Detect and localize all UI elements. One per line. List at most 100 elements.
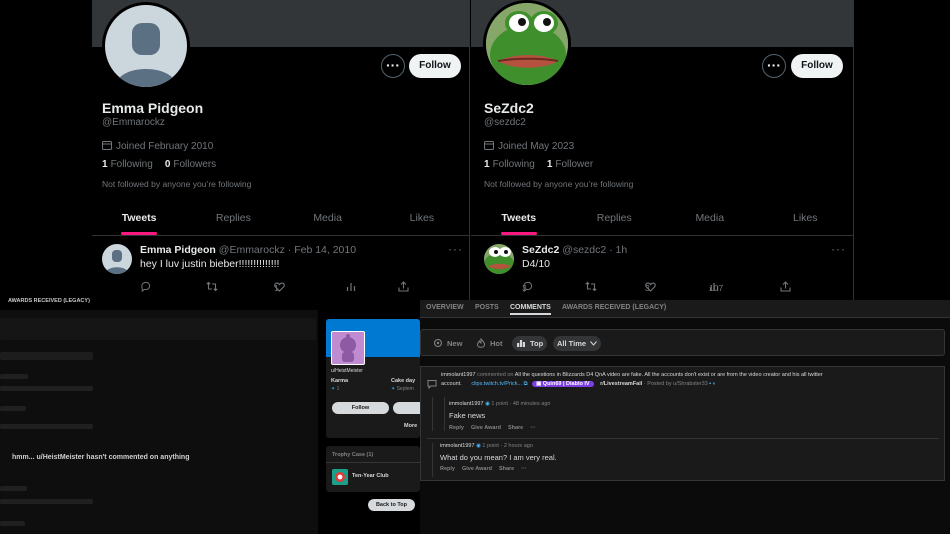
tweet-avatar[interactable] — [484, 244, 514, 274]
placeholder-bar — [0, 352, 93, 360]
sort-new[interactable]: New — [429, 336, 466, 351]
profile-card: u/HeistMeister Karma Cake day ✦ 1 ✦ Sept… — [326, 319, 420, 438]
sort-bar: New Hot Top All Time — [420, 329, 945, 356]
follow-button[interactable]: Follow — [332, 402, 389, 414]
user-badge-icons: ▪ ◐ — [709, 381, 717, 387]
tweet-more-button[interactable]: ··· — [831, 242, 846, 256]
reply-action[interactable]: 3 — [522, 279, 533, 297]
like-action[interactable]: 1 — [274, 279, 285, 297]
post-link[interactable]: clips.twitch.tv/Prick... — [471, 381, 522, 387]
tab-awards-received[interactable]: AWARDS RECEIVED (LEGACY) — [562, 304, 666, 311]
posted-by: · Posted by u/Shrabster33 — [643, 381, 708, 387]
cakeday-label: Cake day — [391, 378, 416, 384]
not-followed-note: Not followed by anyone you’re following — [484, 179, 634, 189]
chevron-down-icon — [590, 339, 597, 348]
twitch-icon: ▣ — [536, 381, 542, 387]
give-award-button[interactable]: Give Award — [471, 425, 501, 431]
twitter-profile-sezdc2: ··· Follow SeZdc2 @sezdc2 Joined May 202… — [471, 0, 854, 300]
pepe-avatar[interactable] — [483, 0, 571, 88]
sort-top[interactable]: Top — [512, 336, 548, 351]
followers-count[interactable]: 1 Follower — [547, 159, 593, 170]
placeholder-bar — [0, 374, 28, 379]
comment-thread-card: immolant1997 commented on All the questi… — [420, 366, 945, 481]
give-award-button[interactable]: Give Award — [462, 466, 492, 472]
back-to-top-button[interactable]: Back to Top — [368, 499, 415, 511]
comment-author[interactable]: immolant1997 — [449, 401, 484, 407]
follow-button[interactable]: Follow — [409, 54, 461, 78]
post-flair[interactable]: ▣ Quin69 | Diablo IV — [532, 381, 594, 387]
subreddit-link[interactable]: r/LivestreamFail — [600, 381, 642, 387]
thread-line — [432, 443, 433, 477]
tab-overview[interactable]: OVERVIEW — [426, 304, 464, 311]
twitter-profile-emma: ··· Follow Emma Pidgeon @Emmarockz Joine… — [92, 0, 470, 300]
views-action[interactable] — [346, 279, 356, 297]
more-options-link[interactable]: More — [404, 423, 417, 429]
comment-author[interactable]: immolant1997 — [440, 443, 475, 449]
reply-button[interactable]: Reply — [440, 466, 455, 472]
chat-button[interactable] — [393, 402, 420, 414]
flame-icon — [476, 337, 486, 350]
share-button[interactable]: Share — [499, 466, 514, 472]
more-options-button[interactable]: ··· — [521, 466, 527, 472]
tweet-header: SeZdc2 @sezdc2 · 1h — [522, 244, 627, 256]
tab-posts[interactable]: POSTS — [475, 304, 499, 311]
tab-replies[interactable]: Replies — [186, 202, 280, 235]
like-action[interactable]: 3 — [645, 279, 656, 297]
comment-icon — [427, 376, 437, 394]
retweet-action[interactable] — [206, 279, 218, 297]
follow-counts: 1 Following 0 Followers — [102, 159, 216, 170]
profile-handle: @sezdc2 — [484, 117, 526, 128]
tweet-author[interactable]: SeZdc2 — [522, 244, 559, 256]
share-action[interactable] — [780, 279, 791, 297]
following-count[interactable]: 1 Following — [484, 159, 535, 170]
tab-comments[interactable]: COMMENTS — [510, 304, 551, 315]
more-options-button[interactable]: ··· — [762, 54, 786, 78]
more-options-button[interactable]: ··· — [381, 54, 405, 78]
comment-actions: Reply Give Award Share ··· — [449, 425, 536, 431]
profile-name: Emma Pidgeon — [102, 100, 204, 116]
tweet-meta: @Emmarockz · Feb 14, 2010 — [218, 244, 357, 256]
tweet-avatar[interactable] — [102, 244, 132, 274]
tab-tweets[interactable]: Tweets — [92, 202, 186, 235]
reply-button[interactable]: Reply — [449, 425, 464, 431]
tab-media[interactable]: Media — [281, 202, 375, 235]
karma-label: Karma — [331, 378, 349, 384]
retweet-icon — [585, 279, 597, 297]
karma-icon: ✦ — [331, 386, 336, 392]
placeholder-bar — [0, 486, 27, 491]
default-avatar[interactable] — [102, 2, 190, 90]
tweet-meta: @sezdc2 · 1h — [562, 244, 628, 256]
tab-likes[interactable]: Likes — [758, 202, 854, 235]
joined-date: Joined February 2010 — [102, 140, 213, 153]
share-button[interactable]: Share — [508, 425, 523, 431]
external-link-icon: ⧉ — [523, 381, 528, 387]
tab-media[interactable]: Media — [662, 202, 758, 235]
tweet-author[interactable]: Emma Pidgeon — [140, 244, 216, 256]
comment-text: What do you mean? I am very real. — [440, 453, 557, 462]
post-title-line-1[interactable]: immolant1997 commented on All the questi… — [441, 372, 823, 378]
placeholder-bar — [0, 406, 26, 411]
tab-likes[interactable]: Likes — [375, 202, 469, 235]
follow-button[interactable]: Follow — [791, 54, 843, 78]
reply-action[interactable] — [140, 279, 151, 297]
followers-count[interactable]: 0 Followers — [165, 159, 216, 170]
post-title-line-2: account. clips.twitch.tv/Prick... ⧉ ▣ Qu… — [441, 381, 717, 387]
more-options-button[interactable]: ··· — [530, 425, 536, 431]
share-action[interactable] — [398, 279, 409, 297]
tweet-more-button[interactable]: ··· — [448, 242, 463, 256]
divider — [427, 438, 939, 439]
thread-line — [432, 397, 433, 431]
cakeday-value: ✦ Septem — [391, 386, 414, 392]
snoo-avatar[interactable] — [331, 331, 365, 365]
joined-date: Joined May 2023 — [484, 140, 574, 153]
tab-replies[interactable]: Replies — [567, 202, 663, 235]
tab-tweets[interactable]: Tweets — [471, 202, 567, 235]
time-filter-dropdown[interactable]: All Time — [553, 336, 602, 351]
views-action[interactable]: 107 — [709, 279, 723, 297]
following-count[interactable]: 1 Following — [102, 159, 153, 170]
tweet-header: Emma Pidgeon @Emmarockz · Feb 14, 2010 — [140, 244, 356, 256]
new-icon — [433, 338, 443, 350]
thread-line — [444, 397, 445, 431]
sort-hot[interactable]: Hot — [472, 336, 507, 351]
retweet-action[interactable] — [585, 279, 597, 297]
